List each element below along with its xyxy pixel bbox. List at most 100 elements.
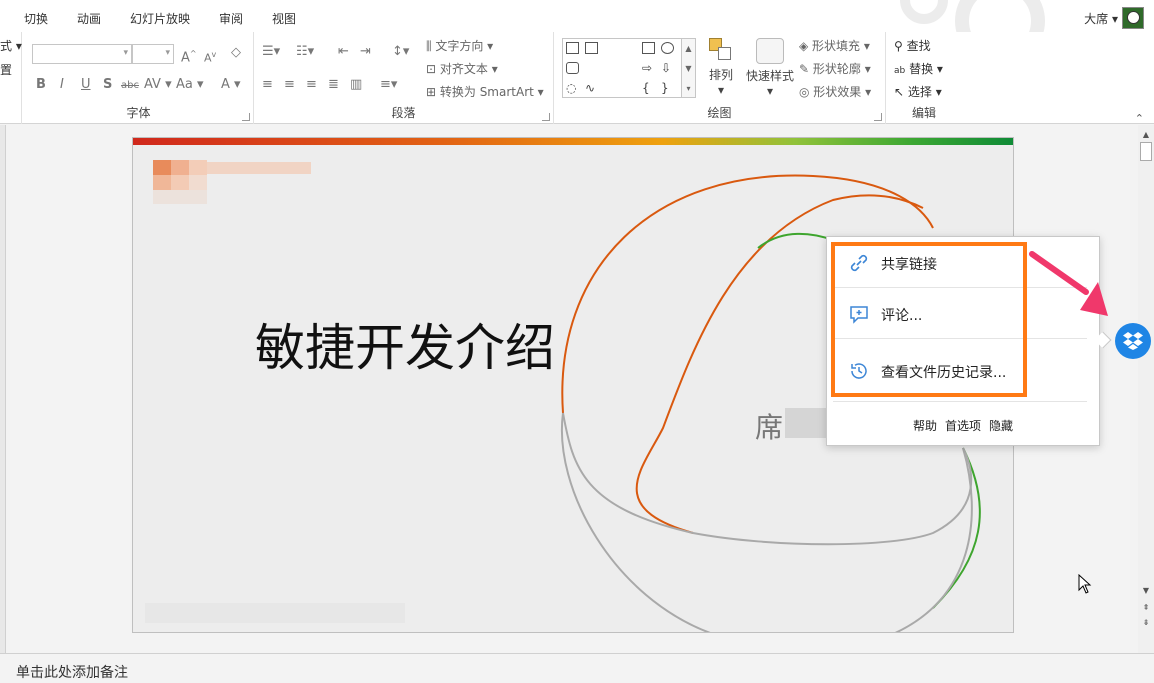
menu-separator [833, 338, 1087, 339]
arrange-button[interactable]: 排列 ▾ [704, 38, 738, 97]
tab-review[interactable]: 审阅 [219, 10, 243, 27]
drawing-dialog-launcher[interactable] [874, 113, 882, 121]
tab-slideshow[interactable]: 幻灯片放映 [130, 10, 190, 27]
shape-effects-button[interactable]: ◎ 形状效果 ▾ [799, 84, 871, 100]
numbering-icon[interactable]: ☷▾ [296, 44, 314, 60]
columns-icon[interactable]: ≡▾ [380, 77, 397, 93]
clear-format-icon[interactable]: ◇ [231, 45, 241, 61]
find-button[interactable]: ⚲ 查找 [894, 38, 931, 54]
font-size-combo[interactable] [132, 44, 174, 64]
brace-right-shape[interactable]: } [661, 82, 674, 94]
tab-animations[interactable]: 动画 [77, 10, 101, 27]
distributed-icon[interactable]: ▥ [350, 77, 362, 93]
align-right-icon[interactable]: ≡ [306, 77, 317, 93]
notes-pane[interactable]: 单击此处添加备注 [0, 653, 1154, 683]
help-link[interactable]: 帮助 [913, 417, 937, 434]
partial-group: 式 ▾ 置 [0, 32, 22, 124]
binoculars-icon: ⚲ [894, 39, 903, 53]
shape-gallery-more[interactable]: ▲ ▼ ▾ [682, 38, 696, 98]
editing-group: ⚲ 查找 ab 替换 ▾ ↖ 选择 ▾ 编辑 [886, 32, 962, 124]
next-slide-icon[interactable]: ⇟ [1140, 617, 1152, 629]
scroll-down-icon[interactable]: ▼ [1140, 585, 1152, 597]
background-pattern [900, 0, 948, 24]
textbox-shape[interactable] [566, 42, 579, 54]
vertical-scrollbar[interactable]: ▲ ▼ ⇞ ⇟ [1138, 125, 1154, 653]
reset-button-partial[interactable]: 置 [0, 62, 12, 78]
font-group: A^ Av ◇ B I U S abc AV ▾ Aa ▾ A ▾ 字体 [24, 32, 254, 124]
change-case-button[interactable]: Aa ▾ [176, 77, 204, 93]
select-button[interactable]: ↖ 选择 ▾ [894, 84, 942, 100]
shrink-font-button[interactable]: Av [204, 47, 216, 67]
slide-title[interactable]: 敏捷开发介绍 [255, 310, 555, 386]
menu-separator [833, 401, 1087, 402]
shape-fill-button[interactable]: ◈ 形状填充 ▾ [799, 38, 870, 54]
hide-link[interactable]: 隐藏 [989, 417, 1013, 434]
font-group-label: 字体 [126, 106, 151, 120]
avatar[interactable] [1122, 7, 1144, 29]
font-color-button[interactable]: A ▾ [221, 77, 241, 93]
arrow-right-shape[interactable]: ⇨ [642, 62, 655, 74]
slide-author[interactable]: 席 [755, 406, 783, 446]
rounded-rectangle-shape[interactable] [566, 62, 579, 74]
font-dialog-launcher[interactable] [242, 113, 250, 121]
dropbox-badge[interactable] [1115, 323, 1151, 359]
smartart-button[interactable]: ⊞ 转换为 SmartArt ▾ [426, 84, 544, 100]
decrease-indent-icon[interactable]: ⇤ [338, 44, 349, 60]
link-icon [850, 254, 868, 272]
shape-outline-button[interactable]: ✎ 形状轮廓 ▾ [799, 61, 871, 77]
scroll-up-icon[interactable]: ▲ [1140, 129, 1152, 141]
increase-indent-icon[interactable]: ⇥ [360, 44, 371, 60]
tab-view[interactable]: 视图 [272, 10, 296, 27]
bold-button[interactable]: B [36, 77, 46, 93]
drawing-group: ⇨ ⇩ ◌ ∿ { } ▲ ▼ ▾ 排列 ▾ 快速样式 ▾ ◈ 形状填充 ▾ ✎ 形状轮… [554, 32, 886, 124]
ribbon-tab-bar: 切换 动画 幻灯片放映 审阅 视图 大席 ▾ [0, 0, 1154, 66]
freeform-shape[interactable]: ◌ [566, 82, 579, 94]
text-direction-button[interactable]: ⫼ 文字方向 ▾ [426, 38, 493, 54]
mouse-cursor-icon [1078, 574, 1092, 594]
curve-shape[interactable]: ∿ [585, 82, 598, 94]
preferences-link[interactable]: 首选项 [945, 417, 981, 434]
char-spacing-button[interactable]: AV ▾ [144, 77, 172, 93]
shadow-button[interactable]: S [103, 77, 112, 93]
collapse-ribbon-icon[interactable]: ⌃ [1135, 112, 1144, 125]
paragraph-dialog-launcher[interactable] [542, 113, 550, 121]
italic-button[interactable]: I [60, 77, 64, 93]
underline-button[interactable]: U [81, 77, 91, 93]
menu-item-label: 共享链接 [881, 257, 937, 273]
thumbnail-pane-edge[interactable] [0, 125, 6, 653]
oval-shape[interactable] [661, 42, 674, 54]
bullets-icon[interactable]: ☰▾ [262, 44, 280, 60]
layout-button-partial[interactable]: 式 ▾ [0, 38, 22, 54]
rectangle-shape[interactable] [642, 42, 655, 54]
grow-font-button[interactable]: A^ [181, 46, 197, 66]
ribbon: 式 ▾ 置 A^ Av ◇ B I U S abc AV ▾ Aa ▾ A ▾ … [0, 32, 1154, 125]
previous-slide-icon[interactable]: ⇞ [1140, 602, 1152, 614]
align-text-button[interactable]: ⊡ 对齐文本 ▾ [426, 61, 498, 77]
replace-icon: ab [894, 66, 906, 76]
font-name-combo[interactable] [32, 44, 132, 64]
menu-item-history[interactable]: 查看文件历史记录... [833, 347, 1087, 395]
align-left-icon[interactable]: ≡ [262, 77, 273, 93]
dropbox-icon [1123, 332, 1143, 350]
quick-styles-icon [756, 38, 784, 64]
shape-gallery[interactable]: ⇨ ⇩ ◌ ∿ { } [562, 38, 682, 98]
strikethrough-button[interactable]: abc [121, 78, 139, 94]
menu-item-label: 查看文件历史记录... [881, 365, 1007, 381]
editing-group-label: 编辑 [911, 106, 936, 120]
paragraph-group: ☰▾ ☷▾ ⇤ ⇥ ↕▾ ⫼ 文字方向 ▾ ⊡ 对齐文本 ▾ ⊞ 转换为 Sma… [254, 32, 554, 124]
justify-icon[interactable]: ≣ [328, 77, 339, 93]
quick-styles-button[interactable]: 快速样式 ▾ [744, 38, 796, 98]
account-name[interactable]: 大席 ▾ [1084, 10, 1118, 27]
powerpoint-window: { "tabs":["切换","动画","幻灯片放映","审阅","视图"], … [0, 0, 1154, 683]
vertical-textbox-shape[interactable] [585, 42, 598, 54]
replace-button[interactable]: ab 替换 ▾ [894, 61, 943, 79]
scrollbar-thumb[interactable] [1140, 142, 1152, 161]
arrow-down-shape[interactable]: ⇩ [661, 62, 674, 74]
drawing-group-label: 绘图 [707, 106, 732, 120]
brace-shape[interactable]: { [642, 82, 655, 94]
arrange-icon [709, 38, 733, 62]
align-center-icon[interactable]: ≡ [284, 77, 295, 93]
notes-placeholder: 单击此处添加备注 [16, 665, 128, 681]
line-spacing-icon[interactable]: ↕▾ [392, 44, 409, 60]
tab-transitions[interactable]: 切换 [24, 10, 48, 27]
